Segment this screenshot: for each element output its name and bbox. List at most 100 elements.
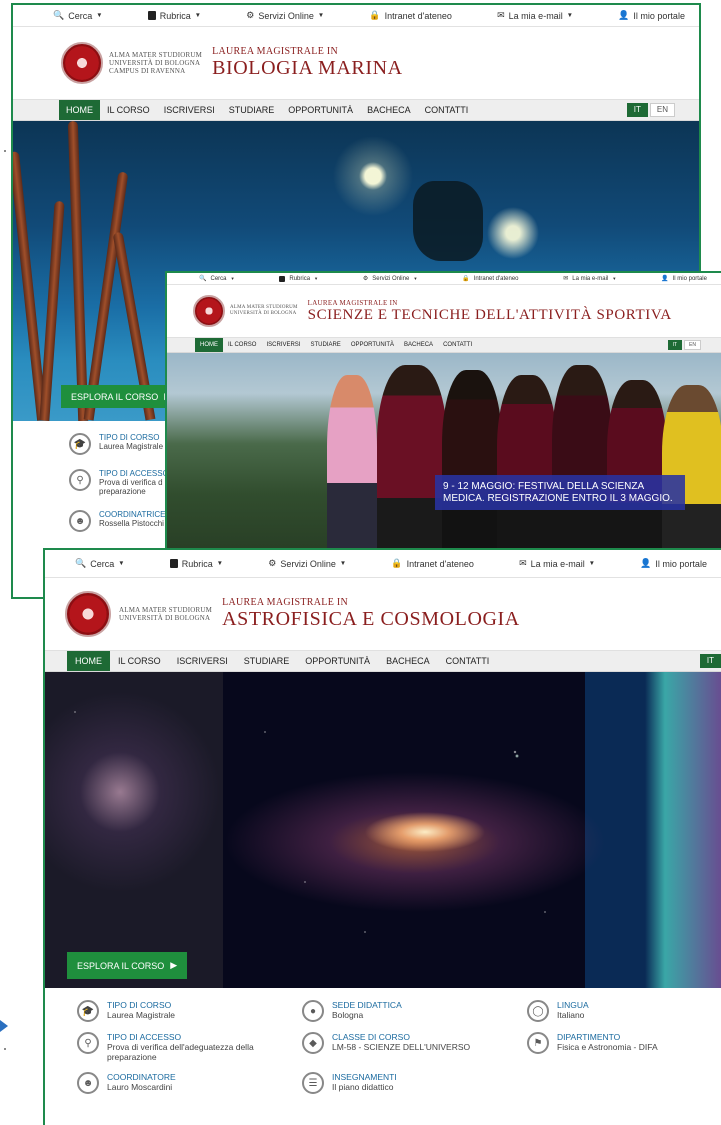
address-book-icon [279,275,286,282]
tag-icon: ◆ [302,1032,324,1054]
hero-image-galaxy: ESPLORA IL CORSO ▶ [45,672,721,988]
search-link[interactable]: 🔍 Cerca ▼ [53,10,102,21]
search-link[interactable]: 🔍 Cerca ▼ [75,558,124,569]
lang-it[interactable]: IT [626,103,648,117]
main-nav: HOME IL CORSO ISCRIVERSI STUDIARE OPPORT… [167,337,721,353]
info-item: ☻ COORDINATORE Lauro Moscardini [77,1072,302,1094]
lang-en[interactable]: EN [649,103,675,117]
map-pin-icon: ● [302,1000,324,1022]
graduation-cap-icon: 🎓 [77,1000,99,1022]
address-book-icon [147,11,156,20]
nav-il-corso[interactable]: IL CORSO [223,338,261,352]
info-item: ● SEDE DIDATTICA Bologna [302,1000,527,1022]
search-link[interactable]: 🔍 Cerca ▼ [199,275,235,283]
user-icon: ☻ [77,1072,99,1094]
lang-it[interactable]: IT [699,654,721,668]
university-seal-logo[interactable] [61,42,103,84]
coral-decoration [67,121,89,421]
nav-bacheca[interactable]: BACHECA [399,338,438,352]
child-figure [497,375,557,551]
intranet-link[interactable]: 🔒 Intranet d'ateneo [391,558,474,569]
child-figure [607,380,667,551]
nav-home[interactable]: HOME [195,338,223,352]
nav-il-corso[interactable]: IL CORSO [100,100,157,120]
child-figure [442,370,502,551]
caret-down-icon: ▼ [230,276,235,281]
intranet-link[interactable]: 🔒 Intranet d'ateneo [462,275,518,283]
caret-down-icon: ▼ [194,12,201,19]
nav-home[interactable]: HOME [59,100,100,120]
degree-title: Laurea Magistrale in Biologia Marina [212,46,403,79]
nav-opportunita[interactable]: OPPORTUNITÀ [297,651,378,671]
portal-link[interactable]: 👤 Il mio portale [661,275,707,283]
address-book-icon [169,559,178,568]
lang-en[interactable]: EN [684,340,701,350]
university-seal-logo[interactable] [65,591,111,637]
institution-icon: ⚑ [527,1032,549,1054]
hero-image-soccer-kids: 9 - 12 MAGGIO: FESTIVAL DELLA SCIENZA ME… [167,353,721,551]
coral-decoration [83,171,129,421]
online-services-link[interactable]: ⚙ Servizi Online ▼ [362,275,418,283]
university-name: Alma Mater Studiorum Università di Bolog… [119,605,213,622]
envelope-icon: ✉ [519,558,527,568]
info-item: ⚑ DIPARTIMENTO Fisica e Astronomia - DIFA [527,1032,721,1062]
key-icon: ⚲ [77,1032,99,1054]
nav-contatti[interactable]: CONTATTI [418,100,476,120]
caret-down-icon: ▼ [413,276,418,281]
nav-iscriversi[interactable]: ISCRIVERSI [169,651,236,671]
university-seal-logo[interactable] [193,295,225,327]
main-nav: HOME IL CORSO ISCRIVERSI STUDIARE OPPORT… [45,650,721,672]
nav-contatti[interactable]: CONTATTI [438,651,498,671]
caret-down-icon: ▼ [588,560,595,567]
language-switch: IT [699,654,721,668]
email-link[interactable]: ✉ La mia e-mail ▼ [563,275,616,283]
nav-bacheca[interactable]: BACHECA [360,100,418,120]
nav-opportunita[interactable]: OPPORTUNITÀ [346,338,399,352]
nav-iscriversi[interactable]: ISCRIVERSI [261,338,305,352]
child-figure [552,365,612,551]
nav-studiare[interactable]: STUDIARE [236,651,298,671]
nav-bacheca[interactable]: BACHECA [378,651,438,671]
portal-link[interactable]: 👤 Il mio portale [640,558,707,569]
nav-studiare[interactable]: STUDIARE [222,100,282,120]
envelope-icon: ✉ [563,276,569,282]
lock-icon: 🔒 [391,558,403,568]
starfield-decoration [45,672,721,988]
nav-opportunita[interactable]: OPPORTUNITÀ [281,100,360,120]
user-icon: 👤 [618,10,630,20]
gears-icon: ⚙ [268,558,277,568]
caret-down-icon: ▼ [566,12,573,19]
site-header: Alma Mater Studiorum Università di Bolog… [167,285,721,337]
info-item: 🎓 TIPO DI CORSO Laurea Magistrale [77,1000,302,1022]
directory-link[interactable]: Rubrica ▼ [169,559,223,569]
diver-silhouette [413,181,483,261]
search-icon: 🔍 [199,276,207,282]
nav-il-corso[interactable]: IL CORSO [110,651,169,671]
user-icon: 👤 [640,558,652,568]
nav-contatti[interactable]: CONTATTI [438,338,477,352]
university-name: Alma Mater Studiorum Università di Bolog… [230,305,298,316]
portal-link[interactable]: 👤 Il mio portale [618,10,685,21]
child-figure [662,385,721,551]
online-services-link[interactable]: ⚙ Servizi Online ▼ [268,558,346,569]
nav-home[interactable]: HOME [67,651,110,671]
online-services-link[interactable]: ⚙ Servizi Online ▼ [246,10,324,21]
explore-course-button[interactable]: ESPLORA IL CORSO ▶ [67,952,188,979]
lang-it[interactable]: IT [667,340,683,350]
email-link[interactable]: ✉ La mia e-mail ▼ [519,558,595,569]
explore-course-button[interactable]: ESPLORA IL CORSO ▶ [61,385,182,408]
gears-icon: ⚙ [362,276,369,282]
directory-link[interactable]: Rubrica ▼ [279,275,318,282]
caret-down-icon: ▼ [216,560,223,567]
nav-studiare[interactable]: STUDIARE [305,338,345,352]
course-info: 🎓 TIPO DI CORSO Laurea Magistrale ● SEDE … [45,988,721,1094]
nav-iscriversi[interactable]: ISCRIVERSI [157,100,222,120]
main-nav: HOME IL CORSO ISCRIVERSI STUDIARE OPPORT… [13,99,699,121]
email-link[interactable]: ✉ La mia e-mail ▼ [497,10,573,21]
info-item: ⚲ TIPO DI ACCESSO Prova di verifica dell'… [77,1032,302,1062]
graduation-cap-icon: 🎓 [69,433,91,455]
intranet-link[interactable]: 🔒 Intranet d'ateneo [369,10,452,21]
directory-link[interactable]: Rubrica ▼ [147,11,201,21]
news-banner[interactable]: 9 - 12 MAGGIO: FESTIVAL DELLA SCIENZA ME… [435,475,685,510]
key-icon: ⚲ [69,469,91,491]
